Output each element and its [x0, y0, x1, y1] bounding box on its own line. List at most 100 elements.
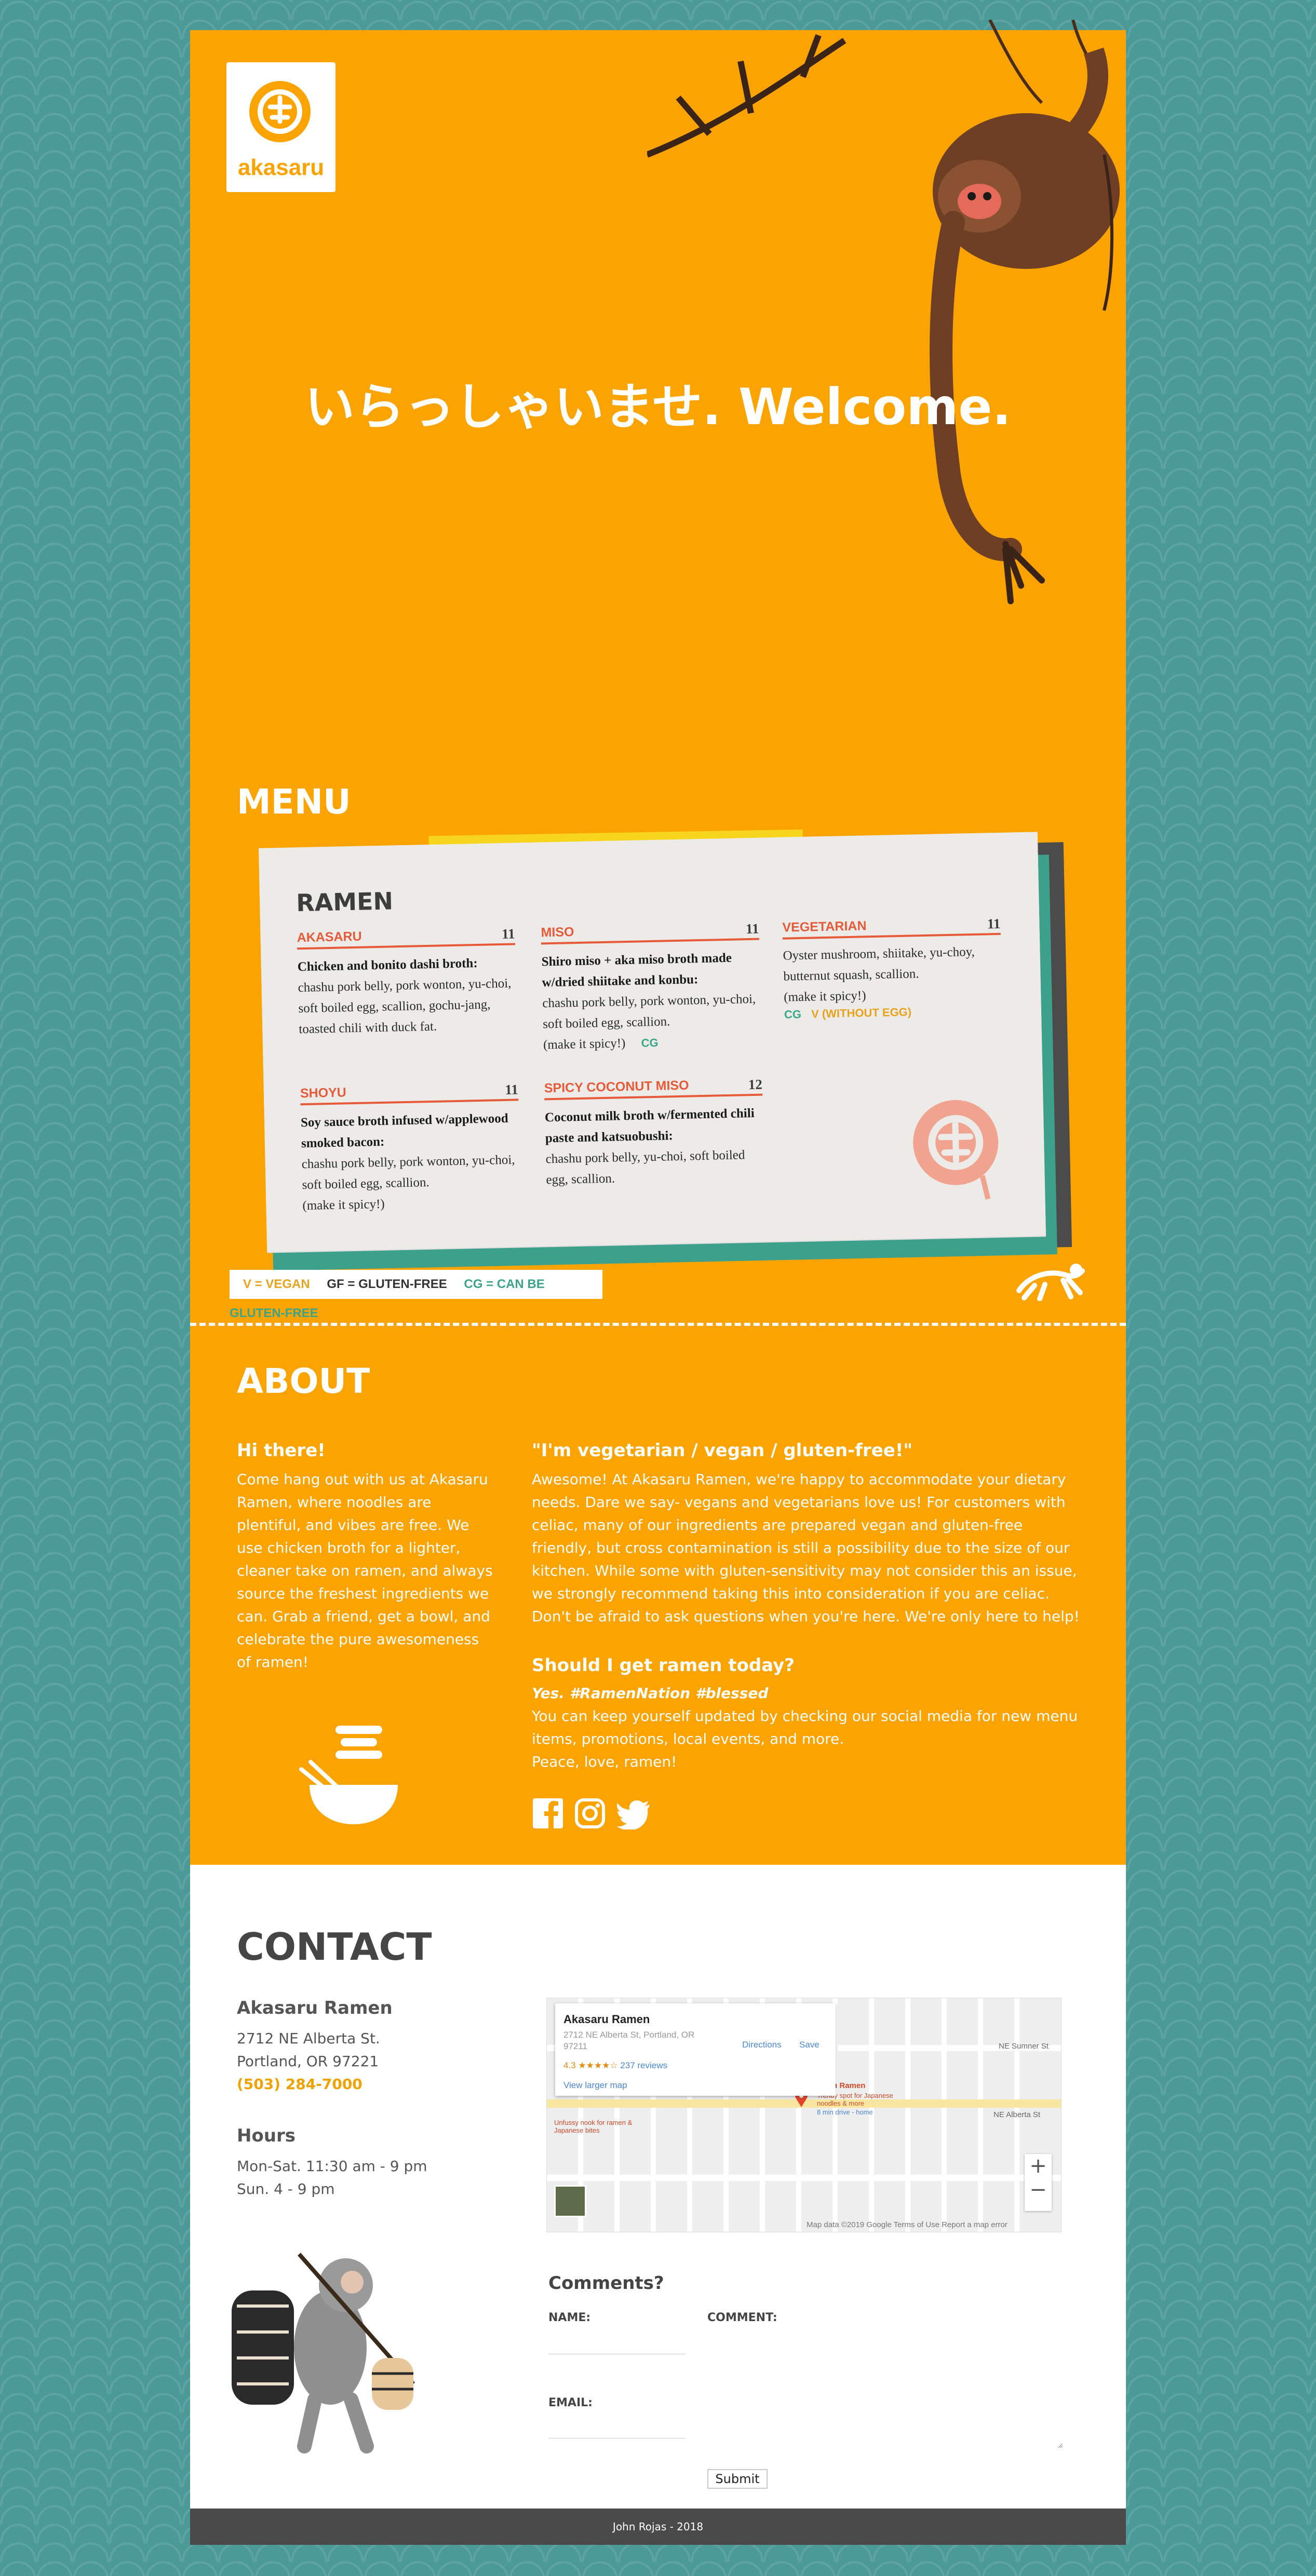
vegan-tag: V (WITHOUT EGG) — [811, 1005, 912, 1021]
menu-item-lead: Coconut milk broth w/fermented chili pas… — [544, 1106, 755, 1146]
comment-textarea[interactable] — [707, 2332, 1063, 2448]
map-road — [905, 1998, 910, 2232]
map-pin-drive: 8 min drive - home — [817, 2108, 873, 2116]
map-footer: Map data ©2019 Google Terms of Use Repor… — [807, 2220, 1008, 2229]
cg-tag: CG — [784, 1007, 802, 1021]
menu-item-description: chashu pork belly, yu-choi, soft boiled … — [545, 1148, 745, 1187]
menu-section-title: MENU — [237, 782, 351, 822]
page-container: akasaru いらっしゃいませ. Welcome. MENU RAMEN AK… — [190, 20, 1126, 2545]
save-link[interactable]: Save — [799, 2040, 820, 2050]
menu-item-name: SPICY COCONUT MISO — [544, 1078, 689, 1096]
map-road — [978, 1998, 983, 2232]
menu-item-price: 11 — [745, 920, 759, 937]
logo[interactable]: akasaru — [226, 62, 335, 192]
facebook-icon[interactable] — [532, 1797, 564, 1829]
map-place-name: Akasaru Ramen — [563, 2013, 650, 2026]
menu-item-spicy-note: (make it spicy!) — [302, 1197, 385, 1213]
menu-item-miso: MISO 11 Shiro miso + aka miso broth made… — [541, 921, 761, 1056]
name-input[interactable] — [548, 2332, 686, 2354]
map-street-label: NE Alberta St — [993, 2110, 1041, 2119]
instagram-icon[interactable] — [574, 1797, 606, 1829]
menu-card: RAMEN AKASARU 11 Chicken and bonito dash… — [259, 829, 1073, 1271]
hours-sunday: Sun. 4 - 9 pm — [237, 2180, 335, 2198]
about-section-title: ABOUT — [237, 1361, 370, 1401]
about-today-lead: Yes. #RamenNation #blessed — [532, 1685, 769, 1702]
menu-paper: RAMEN AKASARU 11 Chicken and bonito dash… — [259, 832, 1046, 1252]
running-monkey-icon — [1016, 1264, 1085, 1301]
about-hi-title: Hi there! — [237, 1440, 326, 1461]
phone-link[interactable]: (503) 284-7000 — [237, 2076, 362, 2093]
menu-ramen-title: RAMEN — [296, 887, 394, 917]
menu-item-lead: Soy sauce broth infused w/applewood smok… — [300, 1111, 508, 1151]
about-today-title: Should I get ramen today? — [532, 1655, 795, 1676]
map-rating: 4.3 ★★★★☆ — [563, 2060, 618, 2070]
social-links — [532, 1797, 650, 1832]
akasaru-stamp-icon — [913, 1100, 999, 1200]
cg-tag: CG — [641, 1036, 659, 1050]
view-larger-map-link[interactable]: View larger map — [563, 2080, 627, 2091]
map-road — [942, 1998, 947, 2232]
comments-title: Comments? — [548, 2273, 664, 2294]
directions-link[interactable]: Directions — [742, 2040, 782, 2050]
menu-item-description: chashu pork belly, pork wonton, yu-choi,… — [301, 1153, 515, 1192]
map-reviews-link[interactable]: 237 reviews — [620, 2060, 667, 2070]
menu-item-name: VEGETARIAN — [782, 918, 867, 935]
menu-item-description: Oyster mushroom, shiitake, yu-choy, butt… — [783, 944, 975, 984]
zoom-out-button[interactable]: − — [1025, 2178, 1052, 2202]
restaurant-name: Akasaru Ramen — [237, 1998, 393, 2018]
menu-item-description: chashu pork belly, pork wonton, yu-choi,… — [542, 992, 756, 1032]
email-input[interactable] — [548, 2416, 686, 2438]
menu-item-name: AKASARU — [297, 929, 362, 945]
menu-item-shoyu: SHOYU 11 Soy sauce broth infused w/apple… — [300, 1081, 521, 1216]
hours-title: Hours — [237, 2125, 296, 2146]
map-satellite-toggle[interactable] — [554, 2185, 586, 2217]
zoom-in-button[interactable]: + — [1025, 2154, 1052, 2178]
submit-button[interactable]: Submit — [707, 2469, 768, 2489]
map-place-address: 2712 NE Alberta St, Portland, OR 97211 — [563, 2030, 695, 2051]
legend-gluten-free: GF = GLUTEN-FREE — [327, 1277, 447, 1291]
menu-item-price: 12 — [748, 1076, 763, 1093]
menu-item-spicy-coconut-miso: SPICY COCONUT MISO 12 Coconut milk broth… — [544, 1077, 764, 1191]
diet-legend: V = VEGAN GF = GLUTEN-FREE CG = CAN BE G… — [230, 1270, 602, 1320]
contact-section-title: CONTACT — [237, 1925, 432, 1969]
footer: John Rojas - 2018 — [190, 2509, 1126, 2545]
menu-item-spicy-note: (make it spicy!) — [543, 1036, 626, 1052]
map-biker-label: Unfussy nook for ramen & Japanese bites — [554, 2119, 633, 2134]
menu-item-name: SHOYU — [300, 1085, 347, 1101]
menu-item-lead: Shiro miso + aka miso broth made w/dried… — [541, 951, 732, 990]
menu-item-akasaru: AKASARU 11 Chicken and bonito dashi brot… — [297, 926, 517, 1040]
page-body: { "hero": { "logo_text": "akasaru", "wel… — [0, 0, 1316, 2576]
logo-emblem-icon — [249, 81, 311, 142]
legend-vegan: V = VEGAN — [243, 1277, 310, 1291]
name-label: NAME: — [548, 2311, 591, 2324]
section-divider — [190, 1323, 1126, 1326]
menu-item-price: 11 — [987, 915, 1001, 932]
ramen-bowl-icon — [299, 1726, 398, 1824]
welcome-heading: いらっしゃいませ. Welcome. — [305, 378, 1011, 436]
about-today-sign: Peace, love, ramen! — [532, 1753, 677, 1770]
hero-section: akasaru いらっしゃいませ. Welcome. — [190, 20, 1126, 788]
address-line-1: 2712 NE Alberta St. — [237, 2030, 380, 2047]
map-info-card: Akasaru Ramen 2712 NE Alberta St, Portla… — [555, 2003, 836, 2096]
twitter-icon[interactable] — [616, 1797, 650, 1831]
about-today-text: You can keep yourself updated by checkin… — [532, 1707, 1078, 1747]
menu-item-name: MISO — [541, 925, 574, 940]
google-map[interactable]: NE Sumner St NE Alberta St Akasaru Ramen… — [546, 1998, 1062, 2232]
menu-item-vegetarian: VEGETARIAN 11 Oyster mushroom, shiitake,… — [782, 916, 1002, 1022]
hanging-monkey-illustration — [647, 20, 1120, 604]
contact-section: CONTACT Akasaru Ramen 2712 NE Alberta St… — [190, 1865, 1126, 2509]
menu-item-price: 11 — [505, 1081, 519, 1097]
comment-label: COMMENT: — [707, 2311, 777, 2324]
monkey-carrier-illustration — [232, 2253, 415, 2453]
map-zoom-controls: + − — [1025, 2154, 1052, 2211]
about-dietary-title: "I'm vegetarian / vegan / gluten-free!" — [532, 1440, 913, 1461]
menu-item-price: 11 — [501, 926, 515, 942]
map-road — [547, 2175, 1061, 2181]
hours-weekdays: Mon-Sat. 11:30 am - 9 pm — [237, 2158, 427, 2175]
email-label: EMAIL: — [548, 2396, 593, 2409]
about-dietary-text: Awesome! At Akasaru Ramen, we're happy t… — [532, 1471, 1080, 1625]
address-line-2: Portland, OR 97221 — [237, 2053, 379, 2070]
about-hi-text: Come hang out with us at Akasaru Ramen, … — [237, 1471, 493, 1671]
map-street-label: NE Sumner St — [999, 2042, 1049, 2051]
logo-text: akasaru — [237, 155, 325, 180]
